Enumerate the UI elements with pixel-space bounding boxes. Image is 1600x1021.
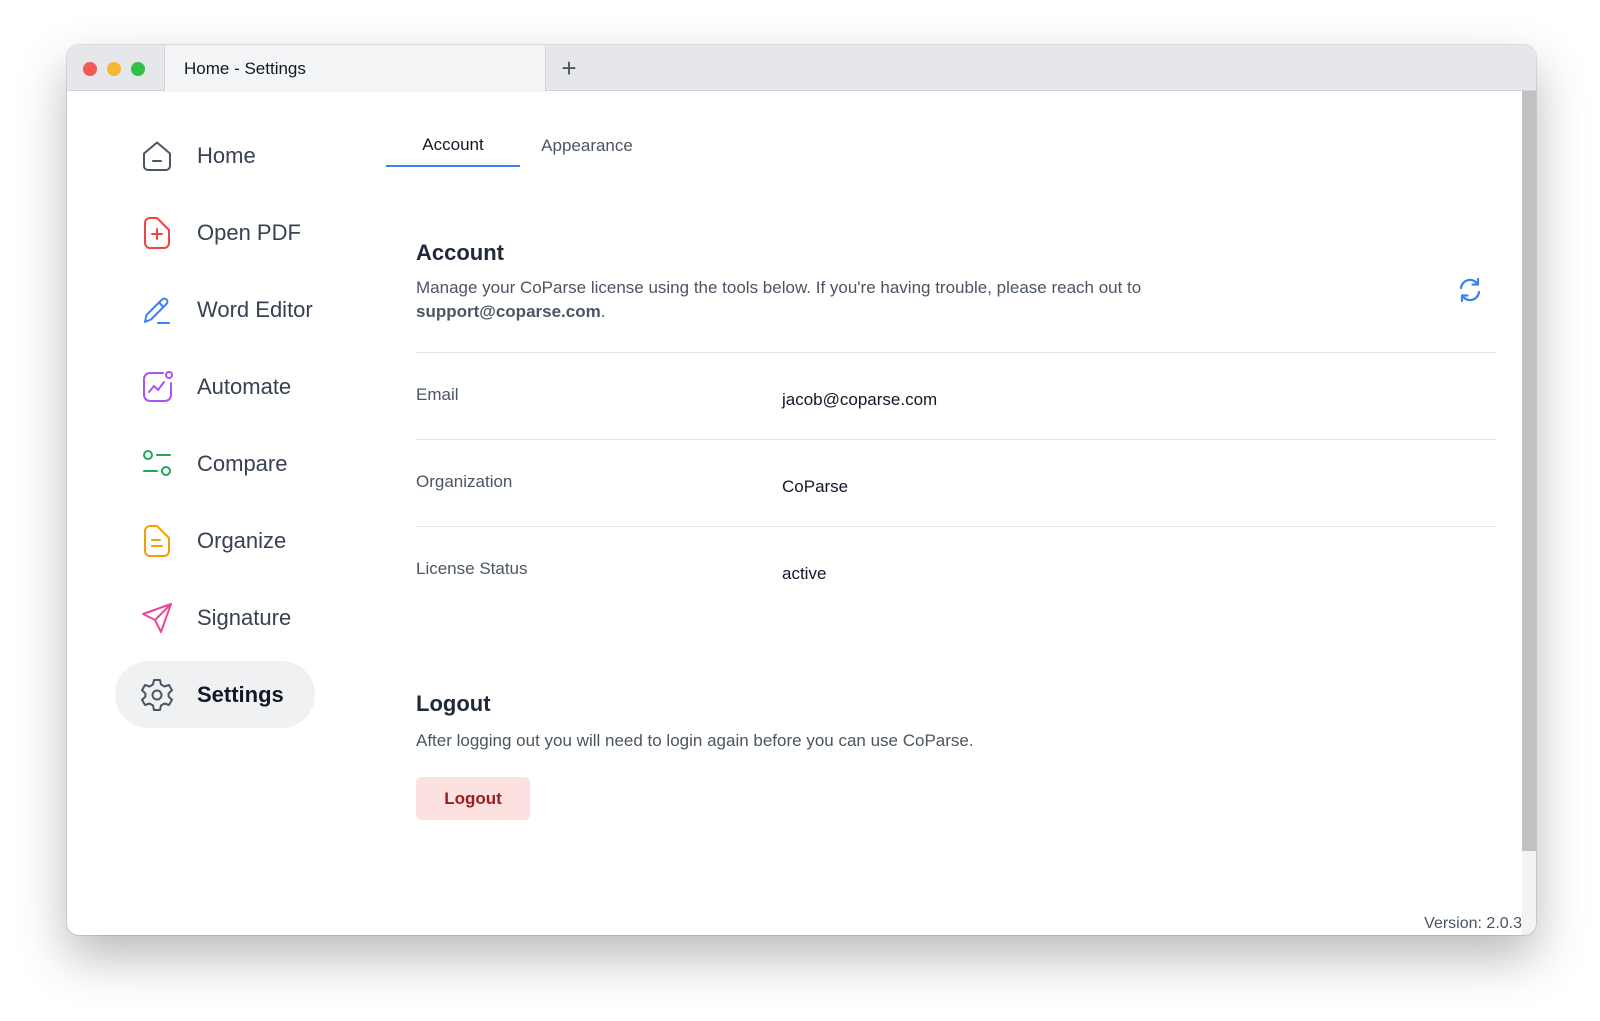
organization-label: Organization [416, 472, 513, 491]
send-icon [142, 603, 172, 633]
chart-bubble-icon [143, 371, 173, 402]
account-row-organization: Organization CoParse [416, 439, 1496, 526]
sidebar-item-open-pdf[interactable]: Open PDF [115, 199, 315, 266]
pen-icon [144, 297, 170, 324]
account-details: Email jacob@coparse.com Organization CoP… [416, 352, 1496, 613]
sidebar-item-label: Home [197, 142, 256, 168]
title-bar: Home - Settings + [67, 45, 1536, 92]
sidebar-item-label: Word Editor [197, 296, 313, 322]
license-status-label: License Status [416, 559, 528, 578]
file-plus-icon [144, 217, 170, 249]
maximize-window-button[interactable] [131, 62, 145, 76]
account-section: Account Manage your CoParse license usin… [416, 240, 1496, 613]
browser-tab[interactable]: Home - Settings [164, 45, 546, 92]
email-label: Email [416, 385, 459, 404]
sidebar-item-organize[interactable]: Organize [115, 507, 315, 574]
version-label: Version: 2.0.3 [1424, 915, 1522, 932]
refresh-icon[interactable] [1456, 276, 1484, 304]
account-description-end: . [600, 302, 606, 321]
sidebar-item-label: Signature [197, 604, 292, 630]
sidebar-item-settings[interactable]: Settings [115, 661, 315, 728]
sidebar-item-compare[interactable]: Compare [115, 430, 315, 497]
account-row-license-status: License Status active [416, 526, 1496, 613]
plus-icon: + [561, 53, 577, 83]
organization-value: CoParse [782, 477, 849, 496]
support-email-link[interactable]: support@coparse.com [416, 302, 601, 321]
sidebar-item-automate[interactable]: Automate [115, 353, 315, 420]
sidebar-item-label: Organize [197, 527, 287, 553]
license-status-value: active [782, 564, 827, 583]
sidebar-item-label: Automate [197, 373, 292, 399]
logout-section: Logout After logging out you will need t… [416, 691, 1216, 820]
toggle-compare-icon [143, 450, 171, 476]
sidebar-item-home[interactable]: Home [115, 122, 315, 189]
browser-tab-title: Home - Settings [184, 58, 306, 78]
sidebar-item-label: Settings [197, 681, 284, 707]
home-icon [143, 141, 171, 171]
sidebar-item-signature[interactable]: Signature [115, 584, 315, 651]
settings-tabs: Account Appearance [386, 131, 686, 167]
logout-description: After logging out you will need to login… [416, 731, 974, 750]
logout-button[interactable]: Logout [416, 777, 530, 820]
sidebar-item-label: Compare [197, 450, 288, 476]
logout-title: Logout [416, 691, 491, 716]
close-window-button[interactable] [83, 62, 97, 76]
account-row-email: Email jacob@coparse.com [416, 352, 1496, 439]
app-window: Home - Settings + Home Open PDF Word Edi… [67, 45, 1536, 935]
sidebar-item-word-editor[interactable]: Word Editor [115, 276, 315, 343]
email-value: jacob@coparse.com [782, 390, 938, 409]
document-lines-icon [144, 525, 170, 557]
gear-icon [141, 679, 173, 711]
sidebar-item-label: Open PDF [197, 219, 301, 245]
tab-appearance[interactable]: Appearance [520, 131, 654, 167]
new-tab-button[interactable]: + [556, 55, 582, 81]
minimize-window-button[interactable] [107, 62, 121, 76]
sidebar: Home Open PDF Word Editor Automate Compa… [115, 122, 315, 738]
account-description-text: Manage your CoParse license using the to… [416, 278, 1142, 297]
scrollbar-thumb[interactable] [1522, 91, 1536, 851]
tab-account[interactable]: Account [386, 131, 520, 167]
account-title: Account [416, 240, 504, 265]
account-description: Manage your CoParse license using the to… [416, 276, 1196, 324]
